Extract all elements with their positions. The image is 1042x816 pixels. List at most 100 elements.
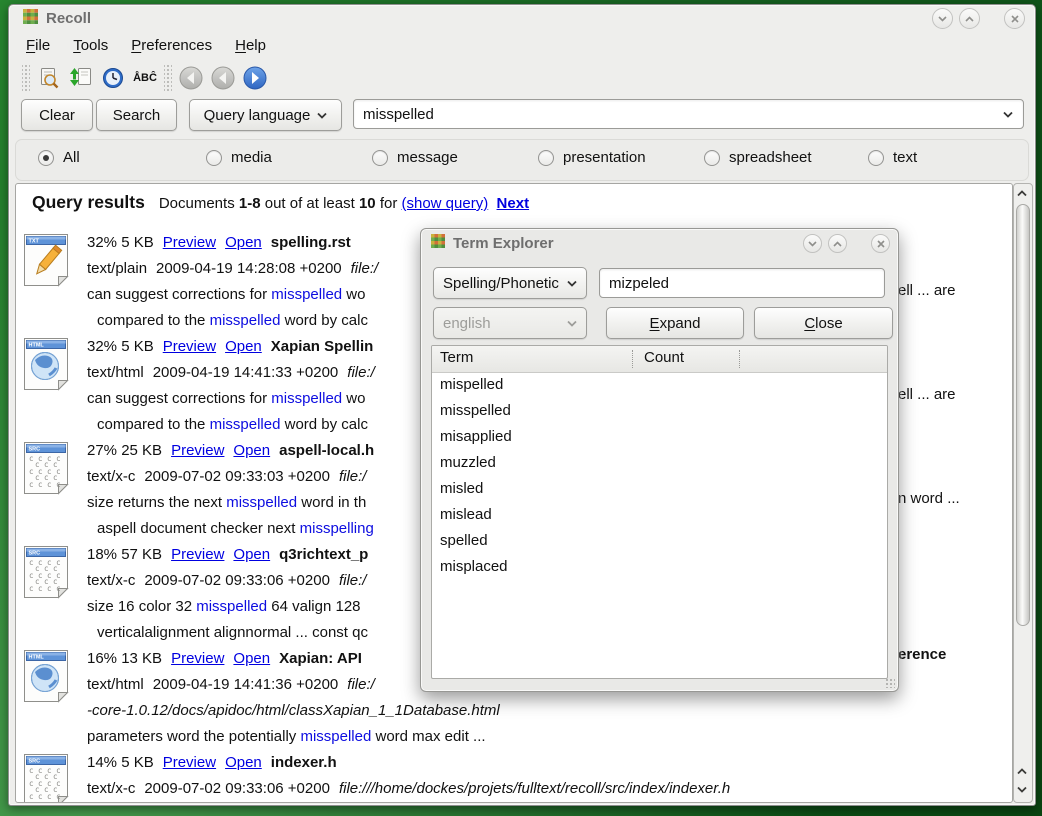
toolbar: ÅBĈ — [9, 59, 1035, 97]
term-table-header: Term Count — [432, 346, 887, 373]
chevron-down-icon[interactable] — [1003, 111, 1013, 118]
term-input[interactable]: mizpeled — [599, 268, 885, 298]
shade-button[interactable] — [932, 8, 953, 29]
column-header-count[interactable]: Count — [644, 349, 684, 366]
open-link[interactable]: Open — [225, 338, 262, 355]
term-table: Term Count mispelledmisspelledmisapplied… — [431, 345, 888, 679]
doc-url: file:/ — [339, 468, 367, 485]
menu-item-preferences[interactable]: Preferences — [128, 35, 215, 56]
expansion-mode-combobox[interactable]: Spelling/Phonetic — [433, 267, 587, 299]
radio-icon[interactable] — [538, 150, 554, 166]
go-first-icon — [177, 64, 205, 92]
close-button[interactable] — [1004, 8, 1025, 29]
open-link[interactable]: Open — [225, 234, 262, 251]
relevance-and-size: 27% 25 KB — [87, 442, 162, 459]
expansion-mode-value: Spelling/Phonetic — [443, 275, 559, 292]
src-file-icon: SRCc c c cc c cc c c cc c cc c c c — [22, 440, 70, 496]
filter-radio-all[interactable]: All — [38, 149, 80, 166]
results-scrollbar[interactable] — [1013, 183, 1033, 803]
svg-text:HTML: HTML — [29, 655, 45, 661]
maximize-button[interactable] — [959, 8, 980, 29]
filter-radio-text[interactable]: text — [868, 149, 917, 166]
show-query-link[interactable]: (show query) — [402, 195, 489, 212]
maximize-button[interactable] — [828, 234, 847, 253]
preview-link[interactable]: Preview — [163, 338, 216, 355]
term-list-item[interactable]: mispelled — [432, 372, 887, 398]
preview-link[interactable]: Preview — [171, 650, 224, 667]
clear-button[interactable]: Clear — [21, 99, 93, 131]
result-title: Xapian Spellin — [271, 338, 374, 355]
scrollbar-thumb[interactable] — [1016, 204, 1030, 626]
main-titlebar[interactable]: Recoll — [9, 5, 1035, 31]
filter-radio-media[interactable]: media — [206, 149, 272, 166]
mime-type: text/x-c — [87, 780, 135, 797]
preview-link[interactable]: Preview — [171, 442, 224, 459]
scroll-up-icon[interactable] — [1015, 764, 1029, 778]
svg-text:HTML: HTML — [29, 343, 45, 349]
menu-item-help[interactable]: Help — [232, 35, 269, 56]
resize-grip-icon[interactable] — [885, 678, 895, 688]
menu-item-file[interactable]: File — [23, 35, 53, 56]
open-link[interactable]: Open — [225, 754, 262, 771]
svg-text:c c c c: c c c c — [29, 480, 61, 489]
close-button[interactable] — [871, 234, 890, 253]
advanced-search-icon[interactable] — [35, 64, 63, 92]
filter-label: spreadsheet — [729, 149, 812, 166]
expand-button[interactable]: Expand — [606, 307, 744, 339]
preview-link[interactable]: Preview — [163, 754, 216, 771]
open-link[interactable]: Open — [233, 650, 270, 667]
term-list-item[interactable]: muzzled — [432, 450, 887, 476]
mime-type: text/x-c — [87, 468, 135, 485]
column-divider[interactable] — [739, 350, 740, 368]
snippet-line: compared to the misspelled word by calc — [97, 308, 368, 334]
sort-parameters-icon[interactable] — [67, 64, 95, 92]
term-list-item[interactable]: misapplied — [432, 424, 887, 450]
filter-radio-message[interactable]: message — [372, 149, 458, 166]
doc-date: 2009-04-19 14:28:08 +0200 — [156, 260, 342, 277]
term-list-item[interactable]: misled — [432, 476, 887, 502]
filter-radio-spreadsheet[interactable]: spreadsheet — [704, 149, 812, 166]
query-mode-combobox[interactable]: Query language — [189, 99, 342, 131]
term-list-item[interactable]: misplaced — [432, 554, 887, 580]
relevance-and-size: 32% 5 KB — [87, 338, 154, 355]
radio-icon[interactable] — [704, 150, 720, 166]
preview-link[interactable]: Preview — [163, 234, 216, 251]
radio-icon[interactable] — [868, 150, 884, 166]
scroll-up-icon[interactable] — [1015, 186, 1029, 200]
term-list-item[interactable]: misspelled — [432, 398, 887, 424]
term-list-item[interactable]: spelled — [432, 528, 887, 554]
column-header-term[interactable]: Term — [440, 349, 473, 366]
chevron-down-icon — [317, 112, 327, 119]
radio-icon[interactable] — [206, 150, 222, 166]
filter-radio-presentation[interactable]: presentation — [538, 149, 646, 166]
window-title: Recoll — [46, 10, 91, 27]
snippet-fragment: ell ... are — [898, 282, 956, 299]
next-page-link[interactable]: Next — [497, 195, 530, 212]
close-dialog-button[interactable]: Close — [754, 307, 893, 339]
document-history-icon[interactable] — [99, 64, 127, 92]
shade-button[interactable] — [803, 234, 822, 253]
search-button[interactable]: Search — [96, 99, 177, 131]
chevron-down-icon — [567, 280, 577, 287]
category-filter-bar: All media message presentation spreadsheet te… — [15, 139, 1029, 181]
open-link[interactable]: Open — [233, 442, 270, 459]
svg-text:SRC: SRC — [29, 447, 41, 453]
scroll-down-icon[interactable] — [1015, 782, 1029, 796]
menu-item-tools[interactable]: Tools — [70, 35, 111, 56]
open-link[interactable]: Open — [233, 546, 270, 563]
term-list-item[interactable]: mislead — [432, 502, 887, 528]
dialog-controls — [803, 234, 890, 253]
search-query-input[interactable]: misspelled — [353, 99, 1024, 129]
result-line1: 14% 5 KBPreviewOpenindexer.h — [87, 750, 337, 776]
go-next-icon[interactable] — [241, 64, 269, 92]
snippet-line: can suggest corrections for misspelled w… — [87, 282, 365, 308]
dialog-titlebar[interactable]: Term Explorer — [421, 229, 898, 257]
doc-range: 1-8 — [239, 195, 261, 212]
preview-link[interactable]: Preview — [171, 546, 224, 563]
radio-icon[interactable] — [372, 150, 388, 166]
column-divider[interactable] — [632, 350, 633, 368]
term-explorer-icon[interactable]: ÅBĈ — [131, 64, 159, 92]
snippet-line: size 16 color 32 misspelled 64 valign 12… — [87, 594, 361, 620]
radio-icon[interactable] — [38, 150, 54, 166]
result-meta-line: text/html2009-04-19 14:41:33 +0200file:/ — [87, 360, 375, 386]
